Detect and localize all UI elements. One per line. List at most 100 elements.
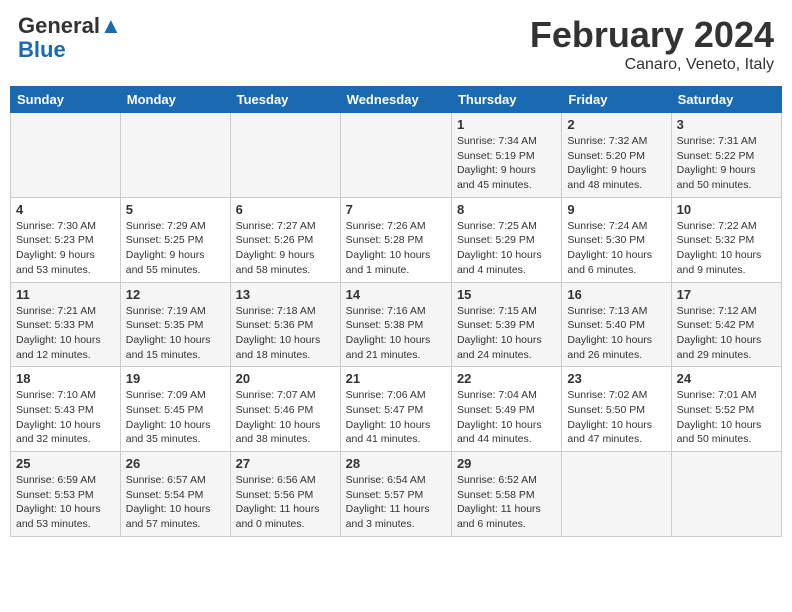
day-info: Sunrise: 6:59 AM Sunset: 5:53 PM Dayligh… [16, 473, 115, 532]
weekday-header-thursday: Thursday [451, 87, 561, 113]
weekday-header-monday: Monday [120, 87, 230, 113]
calendar-week-2: 4 Sunrise: 7:30 AM Sunset: 5:23 PM Daylig… [11, 197, 782, 282]
day-number: 7 [346, 202, 446, 217]
day-number: 18 [16, 371, 115, 386]
calendar-week-3: 11 Sunrise: 7:21 AM Sunset: 5:33 PM Dayli… [11, 282, 782, 367]
day-number: 23 [567, 371, 665, 386]
day-number: 16 [567, 287, 665, 302]
calendar-cell [340, 113, 451, 198]
calendar-cell: 18 Sunrise: 7:10 AM Sunset: 5:43 PM Dayli… [11, 367, 121, 452]
page-header: General▲ Blue February 2024 Canaro, Vene… [10, 10, 782, 78]
day-info: Sunrise: 7:29 AM Sunset: 5:25 PM Dayligh… [126, 219, 225, 278]
day-info: Sunrise: 7:04 AM Sunset: 5:49 PM Dayligh… [457, 388, 556, 447]
calendar-cell: 10Sunrise: 7:22 AM Sunset: 5:32 PM Dayli… [671, 197, 781, 282]
calendar-cell: 12 Sunrise: 7:19 AM Sunset: 5:35 PM Dayli… [120, 282, 230, 367]
calendar-cell: 20 Sunrise: 7:07 AM Sunset: 5:46 PM Dayli… [230, 367, 340, 452]
month-title: February 2024 [530, 14, 774, 56]
calendar-cell: 3 Sunrise: 7:31 AM Sunset: 5:22 PM Daylig… [671, 113, 781, 198]
calendar-cell: 2Sunrise: 7:32 AM Sunset: 5:20 PM Daylig… [562, 113, 671, 198]
day-info: Sunrise: 7:26 AM Sunset: 5:28 PM Dayligh… [346, 219, 446, 278]
logo-blue: Blue [18, 38, 122, 62]
day-info: Sunrise: 7:01 AM Sunset: 5:52 PM Dayligh… [677, 388, 776, 447]
day-number: 20 [236, 371, 335, 386]
logo-text: General▲ [18, 14, 122, 38]
day-number: 3 [677, 117, 776, 132]
day-info: Sunrise: 6:54 AM Sunset: 5:57 PM Dayligh… [346, 473, 446, 532]
day-info: Sunrise: 7:09 AM Sunset: 5:45 PM Dayligh… [126, 388, 225, 447]
day-info: Sunrise: 7:32 AM Sunset: 5:20 PM Dayligh… [567, 134, 665, 193]
calendar-cell: 22 Sunrise: 7:04 AM Sunset: 5:49 PM Dayli… [451, 367, 561, 452]
weekday-header-saturday: Saturday [671, 87, 781, 113]
day-number: 28 [346, 456, 446, 471]
day-number: 6 [236, 202, 335, 217]
calendar-cell: 15Sunrise: 7:15 AM Sunset: 5:39 PM Dayli… [451, 282, 561, 367]
day-number: 12 [126, 287, 225, 302]
day-number: 21 [346, 371, 446, 386]
day-info: Sunrise: 7:12 AM Sunset: 5:42 PM Dayligh… [677, 304, 776, 363]
calendar-cell: 23 Sunrise: 7:02 AM Sunset: 5:50 PM Dayli… [562, 367, 671, 452]
logo: General▲ Blue [18, 14, 122, 62]
calendar-cell: 17 Sunrise: 7:12 AM Sunset: 5:42 PM Dayli… [671, 282, 781, 367]
calendar-cell: 19 Sunrise: 7:09 AM Sunset: 5:45 PM Dayli… [120, 367, 230, 452]
day-number: 14 [346, 287, 446, 302]
day-number: 13 [236, 287, 335, 302]
day-info: Sunrise: 7:16 AM Sunset: 5:38 PM Dayligh… [346, 304, 446, 363]
day-number: 8 [457, 202, 556, 217]
day-number: 27 [236, 456, 335, 471]
calendar-cell: 21Sunrise: 7:06 AM Sunset: 5:47 PM Dayli… [340, 367, 451, 452]
calendar-week-4: 18 Sunrise: 7:10 AM Sunset: 5:43 PM Dayli… [11, 367, 782, 452]
calendar-cell: 13 Sunrise: 7:18 AM Sunset: 5:36 PM Dayli… [230, 282, 340, 367]
day-info: Sunrise: 7:34 AM Sunset: 5:19 PM Dayligh… [457, 134, 556, 193]
calendar-cell [11, 113, 121, 198]
calendar-week-5: 25 Sunrise: 6:59 AM Sunset: 5:53 PM Dayli… [11, 452, 782, 537]
day-info: Sunrise: 7:19 AM Sunset: 5:35 PM Dayligh… [126, 304, 225, 363]
day-number: 4 [16, 202, 115, 217]
day-number: 19 [126, 371, 225, 386]
day-info: Sunrise: 7:18 AM Sunset: 5:36 PM Dayligh… [236, 304, 335, 363]
day-info: Sunrise: 7:21 AM Sunset: 5:33 PM Dayligh… [16, 304, 115, 363]
calendar-cell: 29 Sunrise: 6:52 AM Sunset: 5:58 PM Dayli… [451, 452, 561, 537]
calendar-cell: 28 Sunrise: 6:54 AM Sunset: 5:57 PM Dayli… [340, 452, 451, 537]
calendar-cell: 11 Sunrise: 7:21 AM Sunset: 5:33 PM Dayli… [11, 282, 121, 367]
day-info: Sunrise: 7:25 AM Sunset: 5:29 PM Dayligh… [457, 219, 556, 278]
day-info: Sunrise: 6:57 AM Sunset: 5:54 PM Dayligh… [126, 473, 225, 532]
weekday-header-sunday: Sunday [11, 87, 121, 113]
calendar-cell [120, 113, 230, 198]
calendar-cell: 26 Sunrise: 6:57 AM Sunset: 5:54 PM Dayli… [120, 452, 230, 537]
day-info: Sunrise: 7:30 AM Sunset: 5:23 PM Dayligh… [16, 219, 115, 278]
day-info: Sunrise: 6:56 AM Sunset: 5:56 PM Dayligh… [236, 473, 335, 532]
day-info: Sunrise: 7:24 AM Sunset: 5:30 PM Dayligh… [567, 219, 665, 278]
day-number: 5 [126, 202, 225, 217]
title-block: February 2024 Canaro, Veneto, Italy [530, 14, 774, 74]
calendar-cell: 27 Sunrise: 6:56 AM Sunset: 5:56 PM Dayli… [230, 452, 340, 537]
calendar-cell: 1 Sunrise: 7:34 AM Sunset: 5:19 PM Daylig… [451, 113, 561, 198]
calendar-table: SundayMondayTuesdayWednesdayThursdayFrid… [10, 86, 782, 537]
day-info: Sunrise: 7:22 AM Sunset: 5:32 PM Dayligh… [677, 219, 776, 278]
calendar-cell [562, 452, 671, 537]
day-info: Sunrise: 7:31 AM Sunset: 5:22 PM Dayligh… [677, 134, 776, 193]
calendar-week-1: 1 Sunrise: 7:34 AM Sunset: 5:19 PM Daylig… [11, 113, 782, 198]
day-number: 1 [457, 117, 556, 132]
calendar-cell: 8 Sunrise: 7:25 AM Sunset: 5:29 PM Daylig… [451, 197, 561, 282]
day-number: 29 [457, 456, 556, 471]
calendar-cell: 6Sunrise: 7:27 AM Sunset: 5:26 PM Daylig… [230, 197, 340, 282]
day-number: 17 [677, 287, 776, 302]
calendar-cell: 7 Sunrise: 7:26 AM Sunset: 5:28 PM Daylig… [340, 197, 451, 282]
calendar-cell: 4 Sunrise: 7:30 AM Sunset: 5:23 PM Daylig… [11, 197, 121, 282]
day-info: Sunrise: 7:07 AM Sunset: 5:46 PM Dayligh… [236, 388, 335, 447]
day-number: 26 [126, 456, 225, 471]
calendar-cell: 16Sunrise: 7:13 AM Sunset: 5:40 PM Dayli… [562, 282, 671, 367]
calendar-cell: 25 Sunrise: 6:59 AM Sunset: 5:53 PM Dayli… [11, 452, 121, 537]
weekday-header-wednesday: Wednesday [340, 87, 451, 113]
day-number: 25 [16, 456, 115, 471]
day-info: Sunrise: 7:10 AM Sunset: 5:43 PM Dayligh… [16, 388, 115, 447]
day-number: 22 [457, 371, 556, 386]
day-number: 9 [567, 202, 665, 217]
weekday-header-friday: Friday [562, 87, 671, 113]
day-info: Sunrise: 6:52 AM Sunset: 5:58 PM Dayligh… [457, 473, 556, 532]
day-info: Sunrise: 7:02 AM Sunset: 5:50 PM Dayligh… [567, 388, 665, 447]
calendar-cell: 14 Sunrise: 7:16 AM Sunset: 5:38 PM Dayli… [340, 282, 451, 367]
weekday-header-row: SundayMondayTuesdayWednesdayThursdayFrid… [11, 87, 782, 113]
calendar-cell: 5 Sunrise: 7:29 AM Sunset: 5:25 PM Daylig… [120, 197, 230, 282]
day-number: 11 [16, 287, 115, 302]
